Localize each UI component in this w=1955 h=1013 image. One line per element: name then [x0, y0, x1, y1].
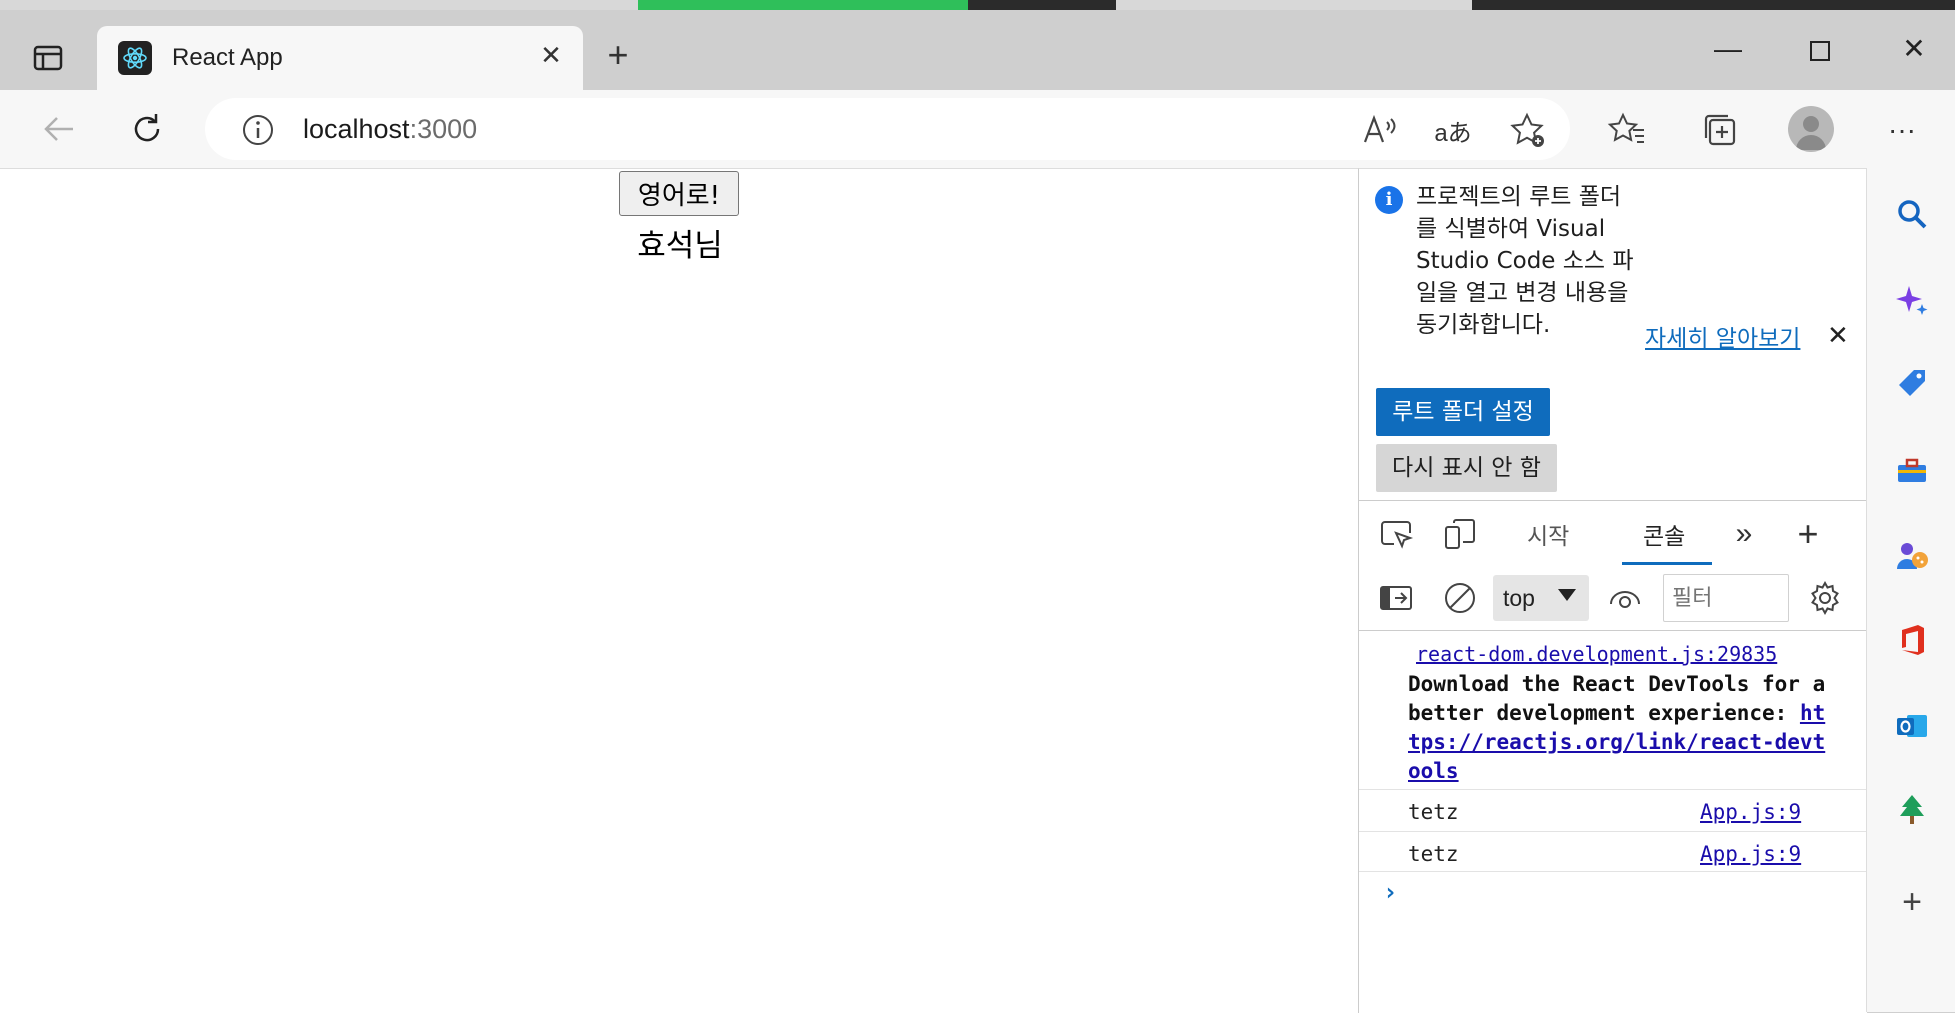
- tab-console[interactable]: 콘솔: [1643, 517, 1685, 551]
- console-log-source-link[interactable]: App.js:9: [1700, 800, 1801, 824]
- clear-console-icon[interactable]: [1438, 576, 1482, 620]
- add-sidebar-app-icon[interactable]: +: [1890, 880, 1934, 924]
- inspect-element-icon[interactable]: [1374, 512, 1418, 556]
- add-favorite-icon[interactable]: [1505, 108, 1549, 152]
- react-atom-icon: [118, 41, 152, 75]
- background-window-strip-dark-right: [1472, 0, 1955, 10]
- live-expression-eye-icon[interactable]: [1603, 576, 1647, 620]
- shopping-tag-icon[interactable]: [1890, 362, 1934, 406]
- infobar-close-icon[interactable]: ✕: [1827, 320, 1849, 351]
- close-tab-icon[interactable]: ✕: [536, 40, 566, 70]
- more-options-icon[interactable]: ···: [1880, 108, 1924, 152]
- url-host: localhost: [303, 114, 410, 144]
- learn-more-link[interactable]: 자세히 알아보기: [1645, 319, 1800, 353]
- dropdown-arrow-icon: [1558, 589, 1576, 601]
- active-tab-indicator: [1622, 562, 1712, 565]
- new-tab-icon[interactable]: +: [600, 37, 636, 74]
- infobar-message: 프로젝트의 루트 폴더를 식별하여 Visual Studio Code 소스 …: [1416, 184, 1634, 338]
- console-separator: [1359, 871, 1866, 872]
- console-message-text: Download the React DevTools for a better…: [1408, 672, 1826, 725]
- tab-title: React App: [172, 44, 283, 71]
- minimize-icon[interactable]: —: [1703, 26, 1753, 76]
- console-separator: [1359, 789, 1866, 790]
- tab-welcome[interactable]: 시작: [1527, 517, 1569, 551]
- url-text[interactable]: localhost:3000: [303, 114, 477, 145]
- translate-to-english-button[interactable]: 영어로!: [619, 171, 739, 216]
- browser-tab[interactable]: [97, 26, 583, 90]
- read-aloud-icon[interactable]: [1357, 108, 1401, 152]
- sidebar-toggle-icon[interactable]: [1374, 576, 1418, 620]
- greeting-text: 효석님: [637, 228, 723, 264]
- console-separator: [1359, 831, 1866, 832]
- close-window-icon[interactable]: ✕: [1889, 26, 1939, 76]
- maximize-icon[interactable]: [1795, 26, 1845, 76]
- console-log-text: tetz: [1408, 800, 1459, 824]
- refresh-icon[interactable]: [125, 107, 169, 151]
- copilot-sparkle-icon[interactable]: [1890, 278, 1934, 322]
- games-icon[interactable]: [1890, 534, 1934, 578]
- url-port: :3000: [409, 114, 478, 144]
- translate-icon[interactable]: aあ: [1431, 108, 1475, 152]
- console-message: Download the React DevTools for a better…: [1408, 670, 1828, 786]
- console-log-text: tetz: [1408, 842, 1459, 866]
- background-window-strip-dark: [968, 0, 1116, 10]
- add-tab-icon[interactable]: +: [1786, 512, 1830, 556]
- office-icon[interactable]: [1890, 618, 1934, 662]
- search-icon[interactable]: [1890, 192, 1934, 236]
- device-emulation-icon[interactable]: [1438, 512, 1482, 556]
- more-tabs-icon[interactable]: »: [1722, 512, 1766, 556]
- console-settings-gear-icon[interactable]: [1803, 576, 1847, 620]
- console-source-link[interactable]: react-dom.development.js:29835: [1416, 642, 1777, 666]
- context-label: top: [1503, 585, 1535, 611]
- back-arrow-icon[interactable]: [37, 107, 81, 151]
- console-prompt[interactable]: ›: [1383, 878, 1397, 906]
- background-window-strip-green: [638, 0, 968, 10]
- site-info-icon[interactable]: [236, 108, 280, 152]
- info-icon: i: [1375, 186, 1403, 214]
- console-filter-input[interactable]: [1663, 574, 1789, 622]
- tree-icon[interactable]: [1890, 788, 1934, 832]
- collections-icon[interactable]: [1698, 108, 1742, 152]
- dont-show-again-button[interactable]: 다시 표시 안 함: [1376, 444, 1557, 492]
- tools-toolbox-icon[interactable]: [1890, 448, 1934, 492]
- set-root-folder-button[interactable]: 루트 폴더 설정: [1376, 388, 1550, 436]
- outlook-icon[interactable]: [1890, 704, 1934, 748]
- favorites-icon[interactable]: [1605, 108, 1649, 152]
- page-viewport: [0, 168, 1358, 1013]
- tab-actions-icon[interactable]: [30, 40, 66, 76]
- profile-avatar[interactable]: [1788, 106, 1834, 152]
- console-log-source-link[interactable]: App.js:9: [1700, 842, 1801, 866]
